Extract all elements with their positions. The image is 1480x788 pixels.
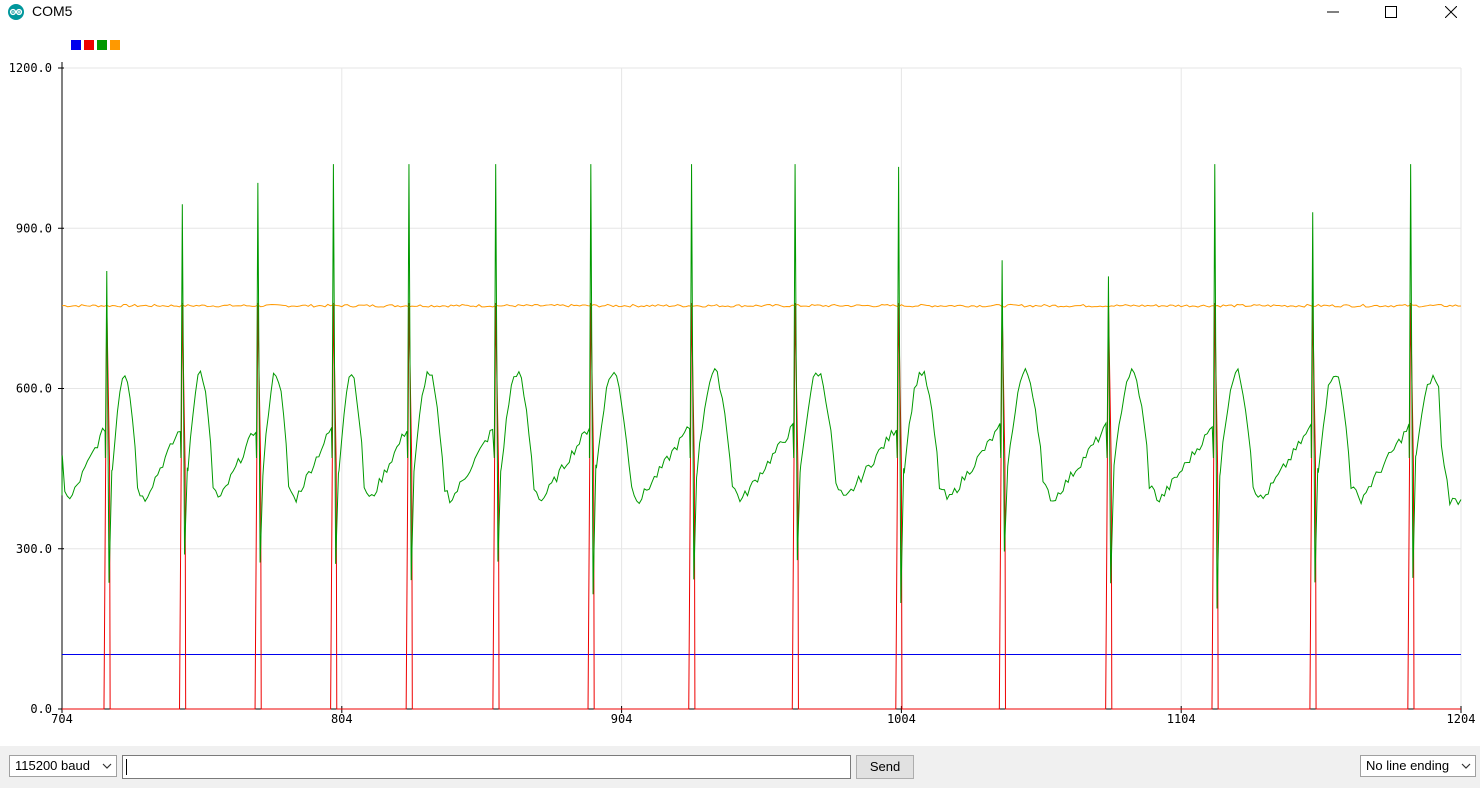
bottom-toolbar: 115200 baud Send No line ending	[0, 746, 1480, 788]
series-orange-line	[61, 303, 1462, 308]
series-red-line	[62, 303, 1461, 710]
y-tick-label: 300.0	[16, 542, 52, 556]
chevron-down-icon	[102, 763, 112, 769]
y-tick-label: 0.0	[30, 702, 52, 716]
legend-swatch-2	[84, 40, 94, 50]
minimize-icon	[1327, 11, 1339, 13]
minimize-button[interactable]	[1310, 0, 1356, 24]
x-tick-label: 704	[51, 712, 73, 726]
y-tick-label: 1200.0	[9, 61, 52, 75]
baud-rate-select[interactable]: 115200 baud	[9, 755, 117, 777]
y-tick-label: 900.0	[16, 221, 52, 235]
x-tick-label: 804	[331, 712, 353, 726]
close-button[interactable]	[1428, 0, 1474, 24]
x-tick-label: 1204	[1447, 712, 1476, 726]
close-icon	[1445, 6, 1457, 18]
legend-swatch-1	[71, 40, 81, 50]
maximize-button[interactable]	[1368, 0, 1414, 24]
title-bar: COM5	[0, 0, 1480, 24]
y-tick-label: 600.0	[16, 382, 52, 396]
arduino-logo-icon	[8, 4, 24, 20]
series-green-line	[61, 164, 1462, 609]
legend-swatch-4	[110, 40, 120, 50]
window-title: COM5	[32, 3, 73, 19]
legend-swatch-3	[97, 40, 107, 50]
serial-plot: 0.0 300.0 600.0 900.0 1200.0 704 804 904 1004 110…	[9, 61, 1476, 726]
maximize-icon	[1385, 6, 1397, 18]
send-button[interactable]: Send	[856, 755, 914, 779]
x-tick-label: 904	[611, 712, 633, 726]
chevron-down-icon	[1461, 763, 1471, 769]
line-ending-value: No line ending	[1366, 758, 1450, 773]
x-tick-label: 1104	[1167, 712, 1196, 726]
text-caret	[126, 759, 127, 775]
baud-rate-value: 115200 baud	[15, 758, 90, 773]
line-ending-select[interactable]: No line ending	[1360, 755, 1476, 777]
legend	[71, 40, 120, 50]
x-tick-label: 1004	[887, 712, 916, 726]
message-input[interactable]	[122, 755, 851, 779]
